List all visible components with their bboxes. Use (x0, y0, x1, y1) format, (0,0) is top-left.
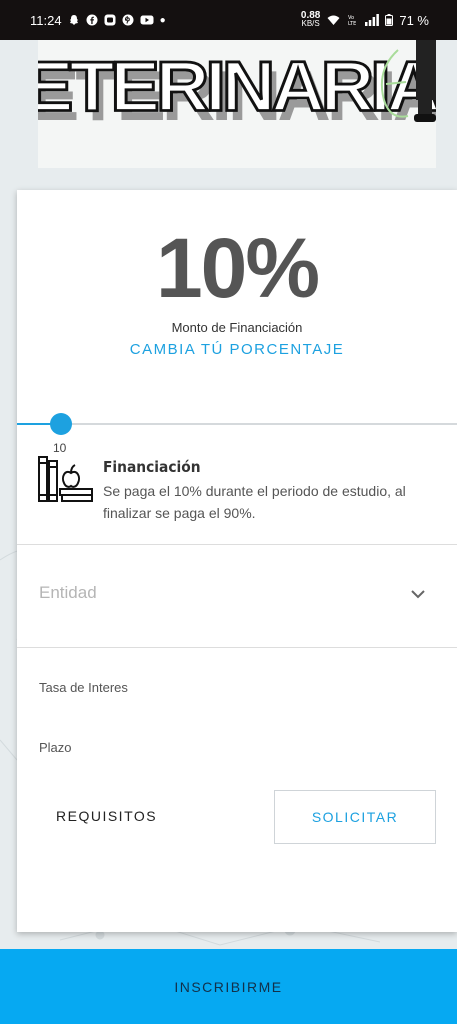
wifi-icon (327, 15, 340, 25)
entity-placeholder: Entidad (39, 583, 97, 602)
status-bar: 11:24 ● 0.88 KB/S Vo LTE 71 % (0, 0, 457, 40)
entity-select[interactable]: Entidad (17, 545, 457, 647)
pinterest-icon (122, 14, 134, 26)
books-apple-icon (38, 456, 93, 502)
apply-button[interactable]: SOLICITAR (274, 790, 436, 844)
financing-amount-label: Monto de Financiación (171, 320, 303, 335)
divider (17, 647, 457, 648)
battery-percent: 71 % (399, 12, 429, 28)
enroll-button-label: INSCRIBIRME (174, 978, 283, 995)
enroll-button[interactable]: INSCRIBIRME (0, 949, 457, 1024)
facebook-icon (86, 14, 98, 26)
signal-icon (365, 14, 380, 26)
status-bar-right: 0.88 KB/S Vo LTE 71 % (301, 11, 429, 28)
interest-rate-label: Tasa de Interes (39, 680, 128, 695)
messenger-icon (104, 14, 116, 26)
status-time: 11:24 (30, 12, 62, 28)
svg-text:LTE: LTE (348, 21, 356, 26)
volte-icon: VoLTE (348, 15, 356, 26)
percentage-slider-track[interactable] (17, 423, 457, 425)
change-percentage-link[interactable]: CAMBIA TÚ PORCENTAJE (17, 341, 457, 358)
status-bar-left: 11:24 ● (30, 13, 166, 28)
percentage-slider-value: 10 (53, 441, 67, 455)
youtube-icon (140, 15, 154, 25)
term-label: Plazo (39, 740, 72, 755)
financing-card: 10% Monto de Financiación CAMBIA TÚ PORC… (17, 190, 457, 932)
percentage-slider-thumb[interactable] (50, 413, 72, 435)
course-banner-image: ETERINARIA (38, 40, 436, 168)
notification-dot: ● (159, 14, 166, 26)
banner-illustration (380, 40, 436, 122)
financing-title: Financiación (103, 458, 201, 476)
chevron-down-icon[interactable] (410, 589, 426, 599)
network-speed: 0.88 KB/S (301, 11, 320, 28)
financing-description: Se paga el 10% durante el periodo de est… (103, 483, 406, 521)
battery-icon (385, 14, 394, 26)
financing-percent: 10% (155, 221, 320, 315)
network-speed-unit: KB/S (301, 19, 320, 28)
snapchat-icon (69, 15, 78, 25)
requirements-button[interactable]: REQUISITOS (39, 790, 159, 842)
